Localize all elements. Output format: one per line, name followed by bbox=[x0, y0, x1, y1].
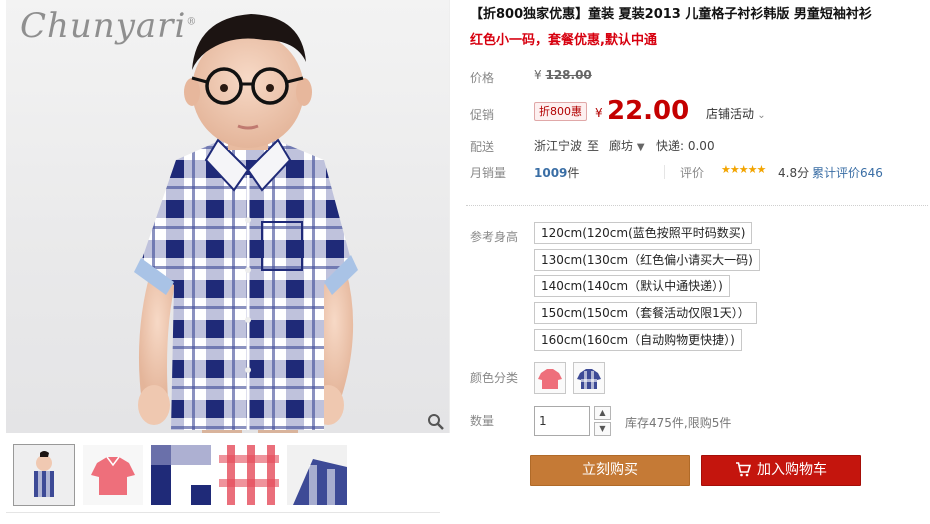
color-swatch-red-plaid[interactable] bbox=[534, 362, 566, 394]
currency-symbol: ¥ bbox=[534, 68, 542, 82]
chevron-down-icon: ⌄ bbox=[754, 110, 766, 121]
add-to-cart-button[interactable]: 加入购物车 bbox=[701, 455, 861, 486]
original-price: ¥ 128.00 bbox=[534, 68, 592, 82]
express-fee: 快递: 0.00 bbox=[656, 139, 715, 153]
color-swatch-blue-plaid[interactable] bbox=[573, 362, 605, 394]
thumbnail-4[interactable] bbox=[218, 444, 280, 506]
store-activity-label: 店铺活动 bbox=[706, 107, 755, 121]
quantity-increase-button[interactable]: ▲ bbox=[594, 406, 611, 420]
buy-now-button[interactable]: 立刻购买 bbox=[530, 455, 690, 486]
shipping-destination-dropdown[interactable]: 廊坊 ▼ bbox=[609, 137, 645, 154]
section-divider bbox=[466, 205, 928, 206]
thumbnail-5[interactable] bbox=[286, 444, 348, 506]
divider bbox=[664, 165, 665, 179]
review-count-link[interactable]: 累计评价646 bbox=[812, 164, 883, 181]
sales-unit: 件 bbox=[567, 166, 580, 180]
size-option-150[interactable]: 150cm(150cm（套餐活动仅限1天）） bbox=[534, 302, 757, 324]
stock-info: 库存475件,限购5件 bbox=[625, 416, 732, 430]
shipping-destination: 廊坊 bbox=[609, 139, 634, 153]
add-to-cart-label: 加入购物车 bbox=[757, 462, 827, 478]
rating-label: 评价 bbox=[680, 166, 705, 180]
product-photo bbox=[134, 14, 358, 433]
promo-price: 22.00 bbox=[607, 96, 690, 126]
promo-label: 促销 bbox=[470, 108, 495, 122]
product-subtitle: 红色小一码，套餐优惠,默认中通 bbox=[470, 33, 657, 48]
sales-count-value: 1009 bbox=[534, 166, 568, 180]
thumbnail-strip bbox=[13, 444, 443, 508]
promo-currency: ¥ bbox=[595, 106, 603, 120]
caret-down-icon: ▼ bbox=[636, 142, 645, 153]
thumbnail-2[interactable] bbox=[82, 444, 144, 506]
original-price-value: 128.00 bbox=[545, 68, 592, 82]
zoom-icon[interactable] bbox=[427, 413, 445, 431]
size-option-160[interactable]: 160cm(160cm（自动购物更快捷）) bbox=[534, 329, 742, 351]
product-main-image[interactable]: Chunyari® bbox=[6, 0, 450, 433]
size-label: 参考身高 bbox=[470, 230, 519, 244]
gallery-divider bbox=[6, 512, 440, 513]
promo-badge: 折800惠 bbox=[534, 102, 587, 121]
thumbnail-1[interactable] bbox=[13, 444, 75, 506]
monthly-sales: 1009件 bbox=[534, 164, 579, 181]
quantity-input[interactable] bbox=[534, 406, 590, 436]
size-option-120[interactable]: 120cm(120cm(蓝色按照平时码数买) bbox=[534, 222, 753, 244]
rating-stars-icon: ★★★★★ bbox=[721, 163, 766, 176]
product-title: 【折800独家优惠】童装 夏装2013 儿童格子衬衫韩版 男童短袖衬衫 bbox=[470, 7, 872, 22]
shipping-from: 浙江宁波 bbox=[534, 139, 583, 153]
quantity-decrease-button[interactable]: ▼ bbox=[594, 422, 611, 436]
color-label: 颜色分类 bbox=[470, 371, 519, 385]
cart-icon bbox=[736, 462, 752, 477]
buy-now-label: 立刻购买 bbox=[582, 462, 638, 478]
quantity-label: 数量 bbox=[470, 414, 495, 428]
price-label: 价格 bbox=[470, 71, 495, 85]
thumbnail-3[interactable] bbox=[150, 444, 212, 506]
size-option-140[interactable]: 140cm(140cm（默认中通快递）) bbox=[534, 275, 730, 297]
shipping-to-word: 至 bbox=[587, 139, 600, 153]
rating-score: 4.8分 bbox=[778, 166, 810, 180]
store-activity-dropdown[interactable]: 店铺活动 ⌄ bbox=[706, 105, 766, 122]
sales-label: 月销量 bbox=[470, 166, 507, 180]
size-option-130[interactable]: 130cm(130cm（红色偏小请买大一码) bbox=[534, 249, 760, 271]
shipping-label: 配送 bbox=[470, 140, 495, 154]
